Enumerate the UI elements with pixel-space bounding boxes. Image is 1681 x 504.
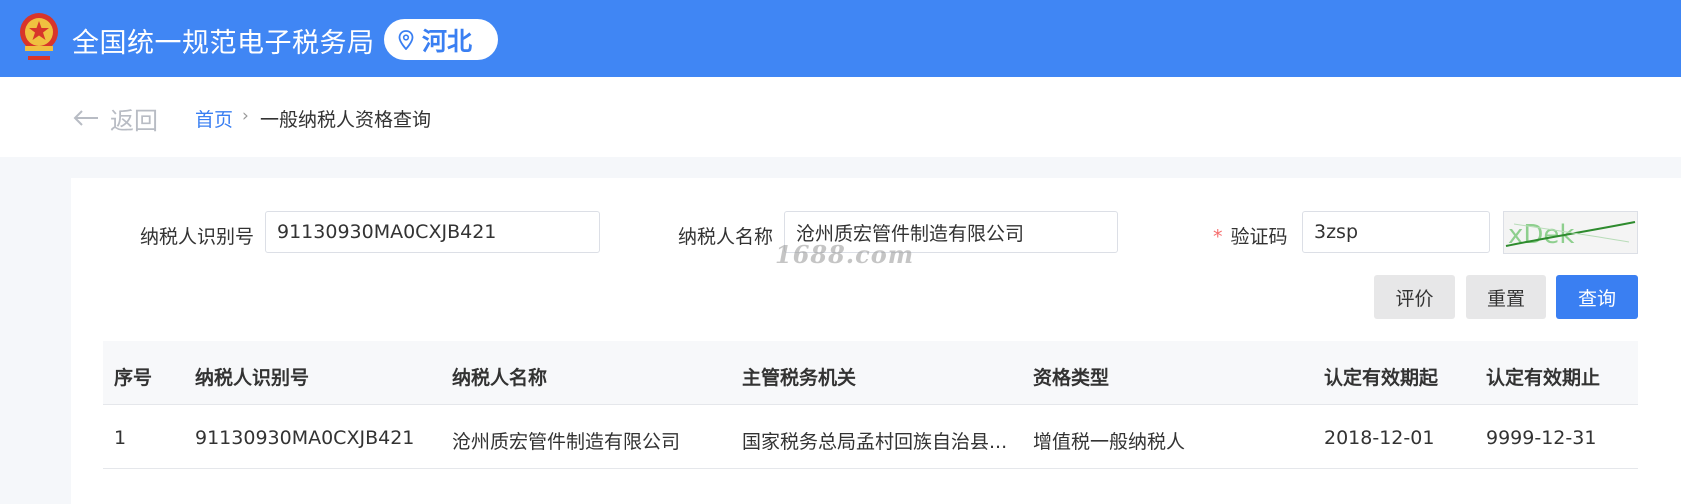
taxpayer-name-label: 纳税人名称 [678, 226, 774, 248]
captcha-image[interactable]: xDek [1503, 211, 1638, 254]
table-cell-taxpayer-name: 沧州质宏管件制造有限公司 [452, 431, 681, 453]
column-header: 序号 [114, 367, 153, 389]
tax-emblem-logo [16, 10, 62, 66]
column-header: 纳税人识别号 [195, 367, 310, 389]
back-label: 返回 [110, 106, 158, 135]
table-cell-index: 1 [114, 427, 127, 449]
watermark-text: 1688.com [775, 240, 915, 269]
table-cell-valid-until: 9999-12-31 [1486, 427, 1597, 449]
captcha-label-text: 验证码 [1230, 226, 1288, 248]
region-selector[interactable]: 河北 [384, 19, 498, 60]
reset-button[interactable]: 重置 [1466, 275, 1546, 319]
column-header: 主管税务机关 [742, 367, 857, 389]
location-pin-icon [398, 29, 414, 50]
table-cell-valid-from: 2018-12-01 [1324, 427, 1435, 449]
evaluate-button[interactable]: 评价 [1374, 275, 1455, 319]
column-header: 纳税人名称 [452, 367, 548, 389]
site-title: 全国统一规范电子税务局 [72, 28, 375, 59]
captcha-label: * 验证码 [1213, 222, 1288, 249]
back-button[interactable]: 返回 [72, 103, 158, 135]
arrow-left-icon [73, 110, 98, 126]
table-cell-qualification-type: 增值税一般纳税人 [1033, 431, 1186, 453]
required-mark: * [1213, 226, 1223, 248]
taxpayer-id-input[interactable] [265, 211, 600, 253]
column-header: 资格类型 [1033, 367, 1110, 389]
table-divider [103, 404, 1638, 405]
breadcrumb-current: 一般纳税人资格查询 [260, 109, 432, 131]
query-button[interactable]: 查询 [1556, 275, 1638, 319]
breadcrumb-bar [0, 77, 1681, 157]
table-divider [103, 468, 1638, 469]
column-header: 认定有效期止 [1486, 367, 1601, 389]
taxpayer-id-label: 纳税人识别号 [140, 226, 255, 248]
region-label: 河北 [422, 26, 473, 56]
captcha-input[interactable] [1302, 211, 1490, 253]
breadcrumb-home[interactable]: 首页 [195, 105, 233, 132]
breadcrumb-separator: › [242, 106, 249, 126]
table-cell-tax-authority: 国家税务总局孟村回族自治县... [742, 431, 1008, 453]
top-header-bar: 全国统一规范电子税务局 河北 [0, 0, 1681, 77]
column-header: 认定有效期起 [1324, 367, 1439, 389]
table-cell-taxpayer-id: 91130930MA0CXJB421 [195, 427, 415, 449]
